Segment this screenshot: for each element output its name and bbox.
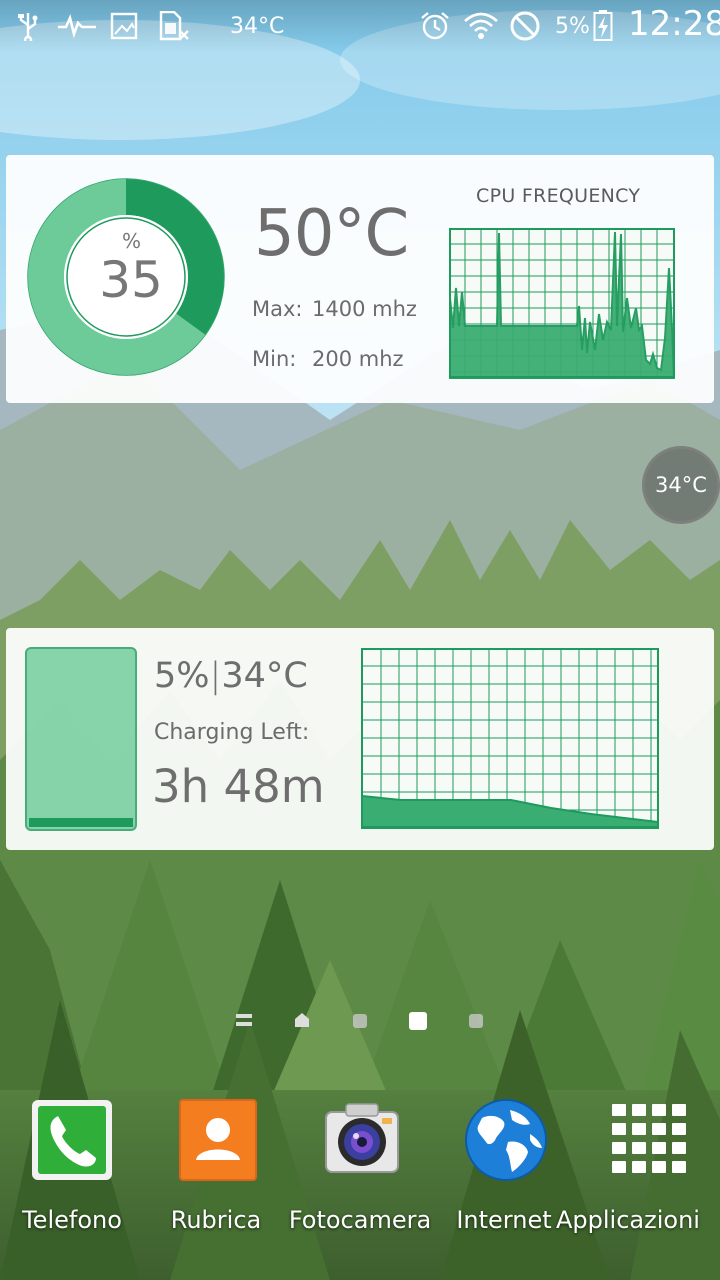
picture-icon [110,10,138,42]
page-dot-current[interactable] [409,1012,427,1030]
status-bar: 34°C 5% 12:28 [0,0,720,52]
pulse-icon [58,10,96,42]
battery-temperature: 34°C [221,656,308,696]
page-indicator [0,1012,720,1036]
contacts-icon [179,1099,257,1181]
battery-charging-icon [593,10,613,42]
charging-left-time: 3h 48m [152,760,325,813]
cpu-max-value: 1400 mhz [312,297,417,321]
battery-separator: | [209,656,222,696]
globe-icon [465,1099,547,1181]
do-not-disturb-icon [508,10,542,42]
battery-widget[interactable]: 5%|34°C Charging Left: 3h 48m [6,628,714,850]
wifi-icon [463,10,499,42]
dock-label-applicazioni: Applicazioni [556,1206,700,1234]
cpu-min-value: 200 mhz [312,347,404,371]
camera-icon [325,1103,399,1173]
cpu-frequency-title: CPU FREQUENCY [476,185,641,207]
cpu-usage-unit: % [122,229,142,253]
cpu-temperature: 50°C [254,197,409,271]
battery-level-gauge [25,647,137,831]
cpu-min-row: Min: 200 mhz [252,347,404,371]
dock-item-applicazioni[interactable]: Applicazioni [556,1098,720,1248]
dock-item-rubrica[interactable]: Rubrica [144,1098,288,1248]
status-battery-percent: 5% [555,13,590,39]
usb-icon [16,10,40,42]
page-dot-3[interactable] [353,1014,367,1028]
page-dot-5[interactable] [469,1014,483,1028]
dock-item-telefono[interactable]: Telefono [0,1098,144,1248]
cpu-widget[interactable]: % 35 50°C Max: 1400 mhz Min: 200 mhz CPU F… [6,155,714,403]
apps-grid-icon [612,1104,686,1173]
dock-item-fotocamera[interactable]: Fotocamera [288,1098,432,1248]
status-temperature: 34°C [230,13,285,39]
cpu-frequency-graph [449,228,676,379]
phone-icon [32,1100,112,1180]
charging-left-label: Charging Left: [154,720,310,745]
sim-off-icon [158,10,190,42]
battery-summary: 5%|34°C [154,656,308,696]
alarm-icon [419,10,451,42]
menu-lines-icon[interactable] [236,1014,252,1026]
home-page-icon[interactable] [294,1012,310,1032]
status-time: 12:28 [628,4,720,44]
battery-history-graph [361,648,659,829]
battery-percent: 5% [154,656,210,696]
floating-temperature-bubble[interactable]: 34°C [642,446,720,524]
cpu-max-row: Max: 1400 mhz [252,297,417,321]
cpu-min-label: Min: [252,347,297,371]
cpu-usage-value: 35 [99,251,163,309]
cpu-max-label: Max: [252,297,303,321]
